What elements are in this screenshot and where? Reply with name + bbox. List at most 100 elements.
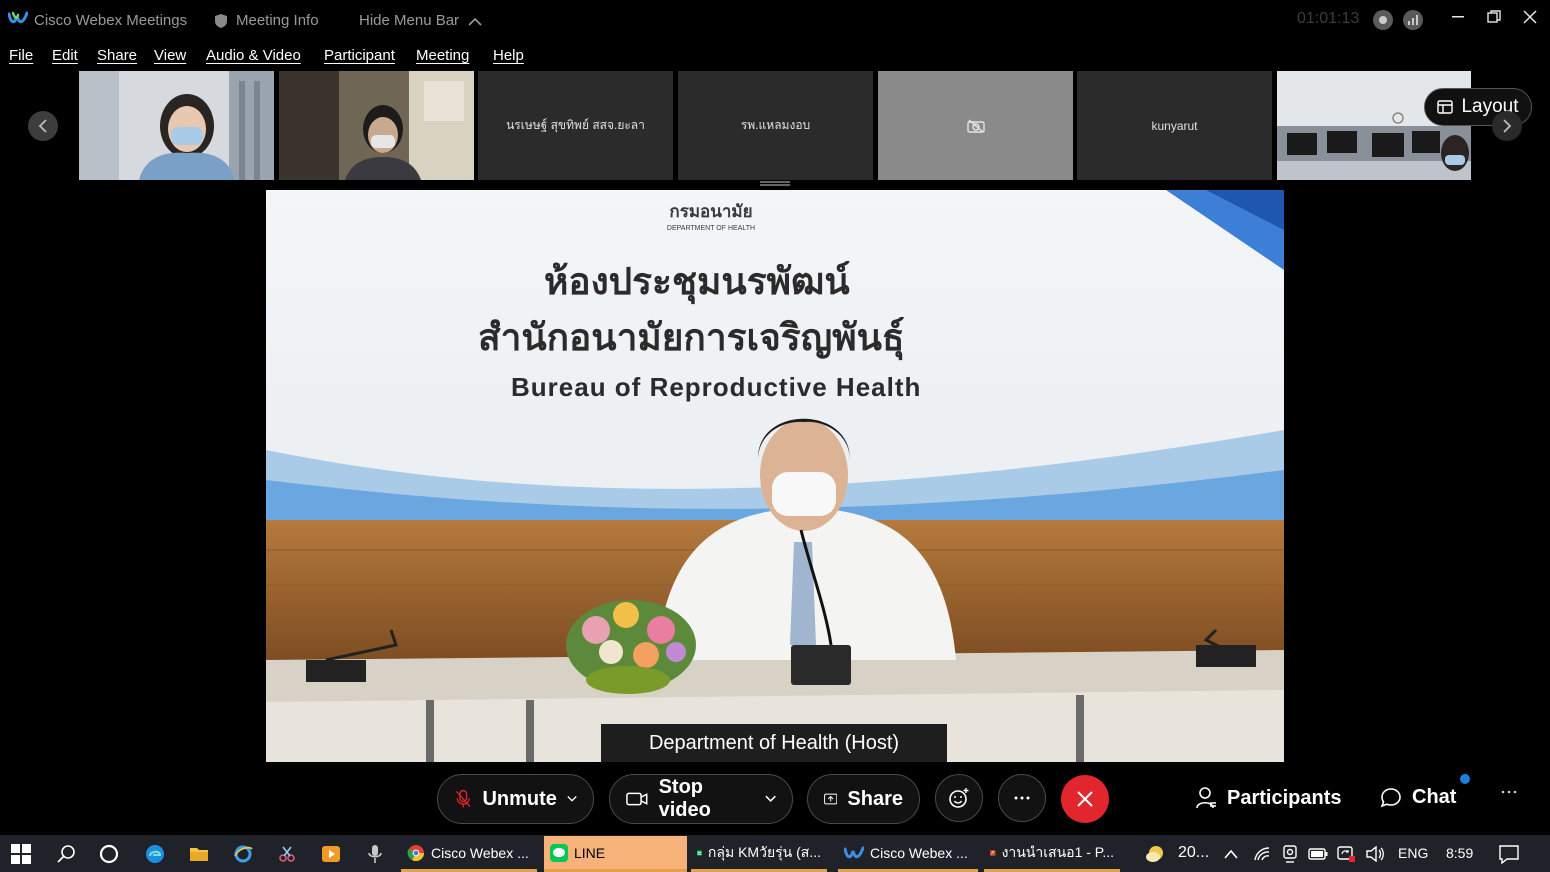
logo-subtext: DEPARTMENT OF HEALTH (666, 225, 756, 232)
task-label: Cisco Webex ... (870, 844, 968, 861)
menu-audio-video[interactable]: Audio & Video (206, 47, 301, 64)
webcam-tray-icon[interactable] (1279, 843, 1301, 865)
wifi-icon[interactable] (1251, 843, 1273, 865)
line-group-icon (697, 850, 702, 855)
share-button[interactable]: Share (807, 774, 920, 824)
wall-title-thai-2: สำนักอนามัยการเจริญพันธุ์ (478, 317, 905, 358)
volume-icon[interactable] (1364, 843, 1386, 865)
chat-button[interactable]: Chat (1380, 786, 1456, 809)
filmstrip-resize-handle[interactable] (760, 181, 790, 186)
line-app-icon (550, 843, 568, 862)
task-label: กลุ่ม KMวัยรุ่น (ส... (707, 843, 821, 860)
wall-title-thai-1: ห้องประชุมนรพัฒน์ (544, 261, 850, 302)
unmute-button[interactable]: Unmute (437, 774, 594, 824)
meeting-info-label: Meeting Info (236, 12, 319, 29)
person-icon (1196, 787, 1216, 809)
participant-tile-1[interactable] (79, 71, 274, 180)
voice-recorder-icon[interactable] (364, 843, 386, 865)
powerpoint-icon (990, 849, 996, 856)
chevron-down-icon[interactable] (765, 795, 776, 803)
main-video-stage: กรมอนามัย DEPARTMENT OF HEALTH ห้องประชุ… (266, 190, 1284, 762)
unmute-label: Unmute (482, 787, 557, 810)
weather-temperature[interactable]: 20... (1178, 844, 1209, 862)
stop-video-button[interactable]: Stop video (609, 774, 793, 824)
chevron-up-icon[interactable] (1220, 843, 1242, 865)
leave-meeting-button[interactable] (1061, 775, 1109, 823)
chat-notification-badge (1460, 774, 1470, 784)
title-bar: Cisco Webex Meetings Meeting Info Hide M… (0, 0, 1550, 40)
minimize-button[interactable] (1443, 6, 1473, 28)
shield-icon (215, 13, 227, 28)
webex-logo-icon (8, 11, 28, 24)
filmstrip-prev-button[interactable] (28, 111, 58, 141)
more-panels-button[interactable] (1500, 790, 1518, 794)
edge-browser-icon[interactable] (144, 843, 166, 865)
layout-icon (1437, 100, 1454, 114)
menu-edit[interactable]: Edit (52, 47, 78, 64)
restore-button[interactable] (1479, 6, 1509, 28)
participant-tile-3[interactable]: นรเษษฐ์ สุขทิพย์ สสจ.ยะลา (478, 71, 673, 180)
notification-center-icon[interactable] (1498, 843, 1520, 865)
smiley-plus-icon (949, 788, 969, 808)
meeting-timer: 01:01:13 (1297, 10, 1360, 27)
chevron-up-icon (468, 17, 482, 26)
webex-window: Cisco Webex Meetings Meeting Info Hide M… (0, 0, 1550, 872)
file-explorer-icon[interactable] (188, 843, 210, 865)
hide-menu-bar-button[interactable]: Hide Menu Bar (359, 12, 483, 29)
menu-participant[interactable]: Participant (324, 47, 395, 64)
chevron-down-icon[interactable] (567, 795, 577, 803)
participant-tile-6[interactable]: kunyarut (1077, 71, 1272, 180)
reactions-button[interactable] (935, 774, 983, 822)
menu-share[interactable]: Share (97, 47, 137, 64)
filmstrip-next-button[interactable] (1492, 111, 1522, 141)
chat-label: Chat (1412, 786, 1457, 808)
taskbar-task-line-group[interactable]: กลุ่ม KMวัยรุ่น (ส... (691, 836, 827, 872)
wall-title-english: Bureau of Reproductive Health (511, 372, 922, 402)
recording-indicator-icon[interactable] (1373, 10, 1393, 30)
participant-name: kunyarut (1151, 118, 1198, 133)
participant-tile-4[interactable]: รพ.แหลมงอบ (678, 71, 873, 180)
meeting-info-button[interactable]: Meeting Info (214, 12, 319, 29)
task-label: งานนำเสนอ1 - P... (1001, 843, 1114, 860)
input-language[interactable]: ENG (1398, 845, 1428, 861)
participant-tile-5[interactable] (878, 71, 1073, 180)
menu-help[interactable]: Help (493, 47, 524, 64)
participants-button[interactable]: Participants (1195, 786, 1341, 810)
internet-explorer-icon[interactable] (232, 843, 254, 865)
search-icon[interactable] (55, 843, 77, 865)
chrome-icon (407, 844, 425, 861)
media-player-icon[interactable] (320, 843, 342, 865)
participants-label: Participants (1227, 786, 1342, 809)
logo-text: กรมอนามัย (669, 202, 753, 221)
share-screen-icon (824, 793, 838, 805)
chat-bubble-icon (1380, 787, 1401, 807)
network-health-icon[interactable] (1403, 10, 1423, 30)
task-label: LINE (574, 844, 606, 861)
chevron-left-icon (38, 119, 47, 133)
taskbar-task-line[interactable]: LINE (544, 836, 687, 872)
taskbar-task-chrome-webex[interactable]: Cisco Webex ... (401, 836, 537, 872)
taskbar-task-powerpoint[interactable]: งานนำเสนอ1 - P... (984, 836, 1120, 872)
taskbar-task-webex[interactable]: Cisco Webex ... (838, 836, 978, 872)
menu-file[interactable]: File (9, 47, 33, 64)
snipping-tool-icon[interactable] (276, 843, 298, 865)
share-label: Share (847, 787, 903, 810)
chevron-right-icon (1503, 119, 1512, 133)
windows-start-icon[interactable] (10, 843, 32, 865)
cortana-icon[interactable] (98, 843, 120, 865)
camera-off-icon (966, 118, 985, 133)
system-clock[interactable]: 8:59 (1446, 845, 1473, 861)
weather-icon[interactable] (1144, 843, 1166, 865)
close-icon[interactable] (1515, 6, 1545, 28)
video-camera-icon (626, 792, 648, 806)
sync-icon[interactable] (1335, 843, 1357, 865)
mic-muted-icon (456, 789, 471, 808)
menu-meeting[interactable]: Meeting (416, 47, 469, 64)
participant-name: รพ.แหลมงอบ (740, 118, 811, 132)
stop-video-label: Stop video (658, 776, 711, 821)
participant-tile-2[interactable] (279, 71, 474, 180)
battery-icon[interactable] (1307, 843, 1329, 865)
more-options-button[interactable] (998, 774, 1046, 822)
ellipsis-icon (1014, 796, 1030, 800)
menu-view[interactable]: View (154, 47, 186, 64)
